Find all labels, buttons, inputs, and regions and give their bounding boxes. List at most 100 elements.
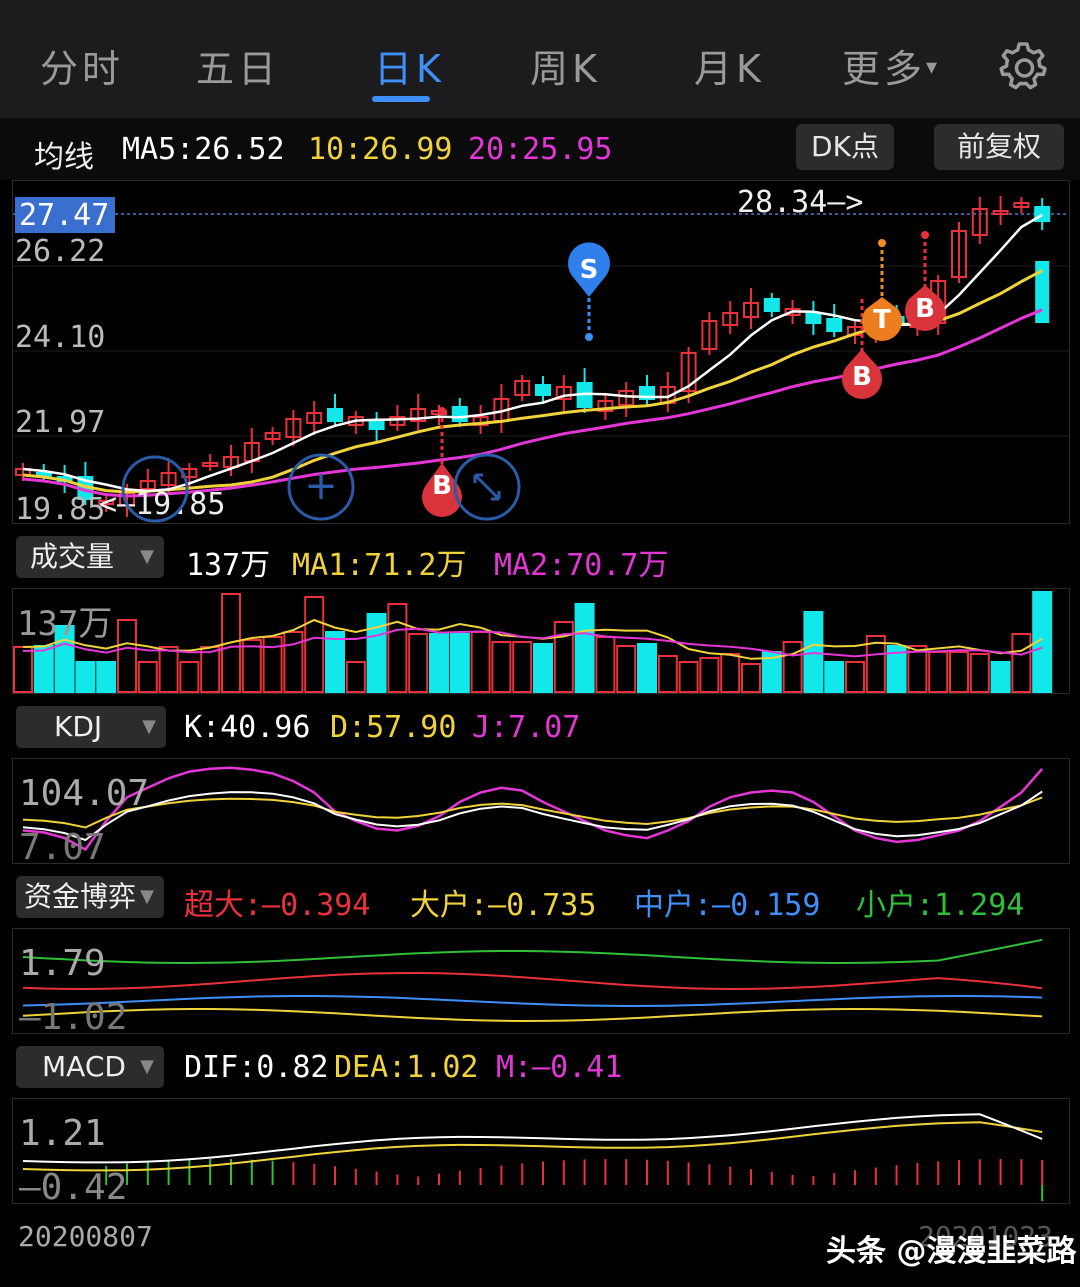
tab-more-label: 更多: [842, 47, 927, 91]
fund-medium: 中户:—0.159: [634, 888, 821, 923]
macd-chart: 1.21 —0.42: [19, 1113, 1044, 1203]
ma5-line: [22, 213, 1043, 493]
price-axis-label: 21.97: [15, 405, 105, 440]
fund-select-label: 资金博弈: [24, 880, 137, 913]
volume-bar: [470, 631, 491, 693]
volume-bar: [512, 641, 533, 693]
tab-five-day[interactable]: 五日: [196, 38, 280, 93]
ma10-value: 10:26.99: [308, 132, 453, 167]
volume-bar: [928, 651, 949, 693]
moving-average-legend: 均线 MA5:26.52 10:26.99 20:25.95 DK点 前复权: [0, 118, 1080, 180]
fund-flow-chart: 1.79 —1.02: [19, 938, 1043, 1033]
volume-bar: [262, 636, 283, 693]
price-axis-label: 24.10: [15, 320, 105, 355]
volume-bar: [283, 631, 304, 693]
kdj-select-label: KDJ: [54, 710, 103, 743]
volume-bar: [637, 643, 657, 693]
volume-chart: 137万: [13, 591, 1053, 693]
buy-marker-label: B: [432, 471, 452, 501]
active-tab-indicator: [372, 96, 430, 102]
macd-m: M:—0.41: [496, 1050, 623, 1085]
candlestick-panel[interactable]: 27.47 26.22 24.10 21.97 19.85 28.34—> <—…: [12, 180, 1070, 524]
volume-bar: [304, 596, 325, 693]
t-marker-label: T: [873, 305, 891, 335]
dk-point-button[interactable]: DK点: [796, 124, 894, 170]
volume-bar: [699, 657, 720, 693]
kdj-axis-bottom: 7.07: [19, 827, 106, 863]
macd-dea: DEA:1.02: [334, 1050, 479, 1085]
candle-body: [368, 420, 385, 430]
volume-axis-label: 137万: [17, 604, 112, 644]
ma5-value: MA5:26.52: [122, 132, 285, 167]
volume-bar: [408, 633, 429, 693]
high-price-annotation: 28.34—>: [737, 185, 863, 220]
volume-bar: [325, 631, 345, 693]
gear-icon[interactable]: [994, 38, 1050, 94]
volume-bar: [179, 661, 200, 693]
volume-bar: [75, 661, 96, 693]
tab-monthly-k[interactable]: 月K: [694, 38, 765, 93]
macd-panel[interactable]: 1.21 —0.42: [12, 1098, 1070, 1204]
volume-bar: [158, 646, 179, 693]
volume-bar: [616, 645, 637, 693]
volume-bar: [241, 639, 262, 693]
volume-bar: [657, 655, 678, 693]
kdj-k-value: K:40.96: [184, 710, 311, 745]
volume-bar: [574, 603, 595, 693]
chevron-down-icon: ▼: [140, 886, 154, 907]
volume-bar: [553, 621, 574, 693]
candle-body: [451, 406, 468, 422]
volume-bar: [387, 603, 408, 693]
candle-body: [826, 318, 843, 332]
buy-marker-label: B: [852, 362, 872, 392]
fund-flow-panel[interactable]: 1.79 —1.02: [12, 928, 1070, 1034]
volume-bar: [491, 641, 512, 693]
candle-body: [535, 384, 551, 396]
volume-bar: [1011, 633, 1032, 693]
kdj-chart: 104.07 7.07: [19, 766, 1044, 863]
chevron-down-icon: ▼: [140, 546, 154, 567]
current-price-tag: 27.47: [19, 198, 109, 233]
volume-bar: [990, 661, 1011, 693]
tab-more[interactable]: 更多▾: [842, 38, 941, 93]
volume-select-label: 成交量: [30, 540, 115, 573]
candle-body: [1035, 261, 1050, 323]
macd-axis-bottom: —0.42: [19, 1167, 127, 1203]
chevron-down-icon: ▼: [140, 1056, 154, 1077]
volume-panel[interactable]: 137万: [12, 588, 1070, 694]
ma20-value: 20:25.95: [468, 132, 613, 167]
volume-bar: [720, 653, 741, 693]
volume-bar: [969, 653, 990, 693]
fund-axis-top: 1.79: [19, 943, 106, 984]
volume-indicator-select[interactable]: 成交量 ▼: [16, 536, 164, 578]
chevron-down-icon: ▾: [926, 55, 942, 80]
volume-bar: [949, 651, 969, 693]
volume-ma1: MA1:71.2万: [292, 548, 467, 583]
macd-select-label: MACD: [42, 1050, 126, 1083]
kdj-panel[interactable]: 104.07 7.07: [12, 758, 1070, 864]
volume-bar: [449, 633, 470, 693]
volume-bar: [13, 646, 33, 693]
macd-indicator-select[interactable]: MACD ▼: [16, 1046, 164, 1088]
volume-bar: [678, 661, 699, 693]
price-axis-label: 19.85: [15, 492, 105, 523]
volume-bar: [96, 661, 117, 693]
kdj-indicator-select[interactable]: KDJ ▼: [16, 706, 166, 748]
fund-flow-indicator-select[interactable]: 资金博弈 ▼: [16, 876, 164, 918]
fund-large: 大户:—0.735: [410, 888, 597, 923]
macd-axis-top: 1.21: [19, 1113, 106, 1154]
fund-small: 小户:1.294: [856, 888, 1025, 923]
tab-intraday[interactable]: 分时: [40, 38, 124, 93]
macd-dif: DIF:0.82: [184, 1050, 329, 1085]
volume-value: 137万: [186, 548, 271, 583]
tab-daily-k[interactable]: 日K: [374, 38, 445, 93]
ma-label: 均线: [34, 140, 94, 175]
fund-super-large: 超大:—0.394: [184, 888, 371, 923]
forward-adjust-button[interactable]: 前复权: [934, 124, 1064, 170]
period-tab-bar: 分时 五日 日K 周K 月K 更多▾: [0, 0, 1080, 120]
tab-weekly-k[interactable]: 周K: [530, 38, 601, 93]
candle-body: [805, 312, 822, 324]
volume-bar: [741, 663, 761, 693]
volume-bar: [824, 661, 845, 693]
kdj-axis-top: 104.07: [19, 773, 149, 814]
